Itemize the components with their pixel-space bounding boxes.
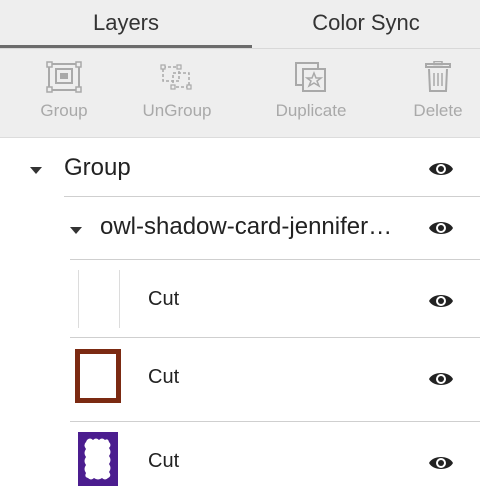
ungroup-button-label: UnGroup <box>142 101 212 120</box>
rectangle-frame-thumbnail <box>73 347 123 405</box>
blank-thumbnail <box>78 270 120 328</box>
duplicate-button-label: Duplicate <box>275 101 347 120</box>
layer-row-cut[interactable]: Cut <box>0 422 480 495</box>
duplicate-icon <box>294 61 328 98</box>
eye-icon[interactable] <box>428 290 454 312</box>
layer-row-group[interactable]: Group <box>0 140 480 196</box>
layer-label: Cut <box>148 366 180 388</box>
group-icon <box>46 61 82 98</box>
ungroup-icon <box>159 61 195 98</box>
subgroup-label: owl-shadow-card-jennifer… <box>100 213 393 240</box>
layer-row-cut[interactable]: Cut <box>0 338 480 422</box>
expand-caret-icon[interactable] <box>30 167 42 174</box>
layer-row-subgroup[interactable]: owl-shadow-card-jennifer… <box>0 197 480 259</box>
eye-icon[interactable] <box>428 452 454 474</box>
delete-button-label: Delete <box>413 101 463 120</box>
eye-icon[interactable] <box>428 158 454 180</box>
group-label: Group <box>64 154 131 181</box>
eye-icon[interactable] <box>428 217 454 239</box>
group-button[interactable]: Group <box>24 49 104 137</box>
layers-toolbar: Group UnGroup Duplicate Delete <box>0 49 480 138</box>
duplicate-button[interactable]: Duplicate <box>256 49 366 137</box>
delete-button[interactable]: Delete <box>396 49 480 137</box>
scalloped-frame-thumbnail <box>76 430 120 488</box>
group-button-label: Group <box>40 101 88 120</box>
ungroup-button[interactable]: UnGroup <box>122 49 232 137</box>
expand-caret-icon[interactable] <box>70 227 82 234</box>
tab-layers[interactable]: Layers <box>0 0 252 48</box>
eye-icon[interactable] <box>428 368 454 390</box>
layer-label: Cut <box>148 288 180 310</box>
layer-row-cut[interactable]: Cut <box>0 260 480 338</box>
tab-color-sync[interactable]: Color Sync <box>252 0 480 48</box>
trash-icon <box>424 60 452 98</box>
panel-tabs: Layers Color Sync <box>0 0 480 49</box>
layer-label: Cut <box>148 450 180 472</box>
